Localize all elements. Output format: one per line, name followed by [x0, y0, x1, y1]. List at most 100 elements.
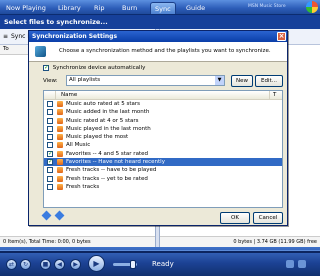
playlist-checkbox[interactable] [47, 125, 53, 132]
navigation-bar: Now Playing Library Rip Burn Sync Guide … [0, 0, 320, 15]
auto-playlist-icon [57, 167, 63, 174]
seek-bar[interactable] [0, 250, 320, 253]
name-column-label: Name [61, 92, 78, 98]
right-status-text: 0 bytes | 3.74 GB (11.99 GB) free [233, 239, 317, 245]
playlist-table: Name T Music auto rated at 5 stars Music … [43, 90, 283, 208]
chevron-down-icon[interactable]: ▼ [215, 76, 224, 85]
right-status-bar: 0 bytes | 3.74 GB (11.99 GB) free [160, 236, 320, 247]
auto-playlist-icon [57, 150, 63, 157]
tab-burn[interactable]: Burn [118, 2, 141, 14]
close-icon[interactable]: × [277, 32, 286, 41]
playlist-name: Music played in the last month [66, 125, 151, 132]
playlist-checkbox[interactable] [47, 117, 53, 124]
playlist-name: Music played the most [66, 134, 129, 141]
move-up-icon[interactable] [41, 210, 52, 221]
auto-playlist-icon [57, 125, 63, 132]
playlist-row[interactable]: Fresh tracks -- yet to be rated [44, 175, 282, 183]
player-status: Ready [152, 260, 174, 268]
tab-library[interactable]: Library [54, 2, 85, 14]
playlist-table-header: Name T [44, 91, 282, 100]
playlist-checkbox[interactable] [47, 101, 53, 107]
msn-butterfly-icon [306, 1, 318, 13]
stop-icon[interactable]: ■ [40, 259, 51, 270]
playlist-name: Fresh tracks [66, 183, 100, 190]
auto-playlist-icon [57, 183, 63, 190]
sort-icon: T [273, 92, 277, 98]
ok-button[interactable]: OK [220, 212, 250, 224]
new-button[interactable]: New [231, 75, 253, 87]
tab-rip[interactable]: Rip [90, 2, 108, 14]
full-mode-icon[interactable] [297, 260, 306, 268]
play-button[interactable]: ▶ [88, 255, 105, 272]
compact-mode-icon[interactable] [286, 260, 294, 268]
auto-playlist-icon [57, 101, 63, 107]
volume-knob[interactable] [130, 260, 136, 269]
playlist-row[interactable]: Music added in the last month [44, 108, 282, 116]
playlist-checkbox[interactable] [47, 109, 53, 116]
sync-header: Select files to synchronize... [0, 15, 320, 29]
tab-now-playing[interactable]: Now Playing [2, 2, 50, 14]
shuffle-icon[interactable]: ⇄ [6, 259, 17, 270]
brand-area[interactable]: MSN Music Store [248, 0, 318, 15]
auto-playlist-icon [57, 175, 63, 182]
playlist-name: All Music [66, 142, 91, 149]
playlist-checkbox[interactable] [47, 142, 53, 149]
player-controls: ⇄ ↻ ■ ◀ ▶ ▶ Ready [0, 247, 320, 276]
playlist-row[interactable]: Music played the most [44, 133, 282, 141]
playlist-checkbox[interactable] [47, 167, 53, 174]
sync-device-icon [35, 46, 46, 57]
repeat-icon[interactable]: ↻ [20, 259, 31, 270]
playlist-row[interactable]: Music auto rated at 5 stars [44, 100, 282, 108]
auto-sync-label: Synchronize device automatically [52, 65, 146, 71]
playlist-name: Favorites -- Have not heard recently [66, 159, 165, 166]
view-label: View: [43, 78, 58, 84]
playlist-checkbox[interactable] [47, 158, 53, 166]
playlist-row[interactable]: All Music [44, 141, 282, 149]
next-icon[interactable]: ▶ [70, 259, 81, 270]
auto-sync-option[interactable]: Synchronize device automatically [43, 64, 146, 72]
playlist-name: Favorites -- 4 and 5 star rated [66, 150, 148, 157]
move-down-icon[interactable] [54, 210, 65, 221]
auto-sync-checkbox[interactable] [43, 64, 49, 71]
view-mode-buttons [284, 260, 314, 268]
checkbox-column-header[interactable] [44, 91, 56, 100]
auto-playlist-icon [57, 159, 63, 166]
reorder-buttons [41, 210, 67, 221]
auto-playlist-icon [57, 134, 63, 141]
playlist-row[interactable]: Fresh tracks [44, 183, 282, 191]
name-column-header[interactable] [56, 91, 270, 100]
instruction-area: Choose a synchronization method and the … [29, 42, 287, 62]
sync-settings-dialog: Synchronization Settings × Choose a sync… [28, 30, 288, 226]
dialog-title: Synchronization Settings [32, 33, 118, 40]
auto-playlist-icon [57, 142, 63, 149]
brand-text: MSN Music Store [248, 4, 286, 9]
previous-icon[interactable]: ◀ [54, 259, 65, 270]
playlist-row[interactable]: Fresh tracks -- have to be played [44, 166, 282, 174]
playlist-row[interactable]: Favorites -- Have not heard recently [44, 158, 282, 167]
playlist-name: Music added in the last month [66, 109, 150, 116]
sync-list-icon: ≡ [3, 33, 9, 40]
tab-guide[interactable]: Guide [182, 2, 209, 14]
playlist-checkbox[interactable] [47, 150, 53, 157]
view-value: All playlists [69, 77, 101, 83]
playlist-row[interactable]: Favorites -- 4 and 5 star rated [44, 150, 282, 158]
playlist-name: Fresh tracks -- yet to be rated [66, 175, 148, 182]
playlist-checkbox[interactable] [47, 183, 53, 190]
auto-playlist-icon [57, 109, 63, 116]
instruction-text: Choose a synchronization method and the … [59, 48, 271, 54]
playlist-checkbox[interactable] [47, 134, 53, 141]
playlist-name: Music rated at 4 or 5 stars [66, 117, 139, 124]
cancel-button[interactable]: Cancel [253, 212, 283, 224]
edit-button[interactable]: Edit... [255, 75, 283, 87]
auto-playlist-icon [57, 117, 63, 124]
playlist-row[interactable]: Music rated at 4 or 5 stars [44, 117, 282, 125]
column-header[interactable]: To [3, 46, 9, 52]
view-dropdown[interactable]: All playlists ▼ [66, 75, 225, 86]
tab-sync[interactable]: Sync [150, 2, 176, 14]
playlist-name: Fresh tracks -- have to be played [66, 167, 157, 174]
playlist-name: Music auto rated at 5 stars [66, 101, 140, 107]
playlist-checkbox[interactable] [47, 175, 53, 182]
playlist-rows: Music auto rated at 5 stars Music added i… [44, 100, 282, 191]
playlist-row[interactable]: Music played in the last month [44, 125, 282, 133]
dialog-title-bar[interactable]: Synchronization Settings × [29, 31, 287, 42]
